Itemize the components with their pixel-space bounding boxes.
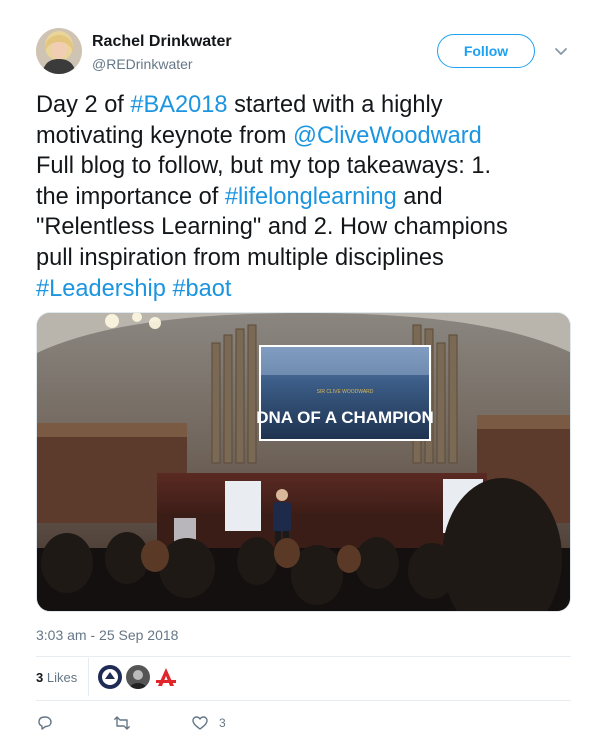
mention-link[interactable]: @CliveWoodward [293,123,482,149]
hashtag-link[interactable]: #Leadership [36,276,166,302]
user-handle[interactable]: @REDrinkwater [92,56,193,72]
tweet-actions: 3 [36,710,571,736]
tweet-line: Day 2 of #BA2018 started with a highly [36,92,443,118]
screen-subtitle: SIR CLIVE WOODWARD [317,389,374,395]
divider [36,700,571,701]
tweet-line: pull inspiration from multiple disciplin… [36,244,444,271]
reply-button[interactable] [36,710,64,736]
hashtag-link[interactable]: #BA2018 [130,92,227,118]
divider [36,656,571,657]
tweet-line: motivating keynote from @CliveWoodward [36,122,482,149]
follow-button[interactable]: Follow [437,34,535,68]
liker-avatar[interactable] [154,665,178,689]
tweet-line: "Relentless Learning" and 2. How champio… [36,214,508,241]
screen-title: DNA OF A CHAMPION [256,408,434,427]
retweet-button[interactable] [113,710,141,736]
tweet-line: #Leadership #baot [36,274,576,305]
avatar[interactable] [36,28,82,74]
reply-icon [38,716,52,730]
liker-avatar[interactable] [98,665,122,689]
divider [88,658,89,696]
retweet-icon [114,716,130,730]
tweet-line: Full blog to follow, but my top takeaway… [36,153,492,180]
hashtag-link[interactable]: #lifelonglearning [225,184,397,210]
chevron-down-icon[interactable] [552,42,570,60]
tweet-text: Day 2 of #BA2018 started with a highly m… [36,90,576,304]
like-button[interactable]: 3 [191,710,226,736]
tweet-line: the importance of #lifelonglearning and [36,183,443,210]
tweet-photo[interactable]: SIR CLIVE WOODWARD DNA OF A CHAMPION [36,312,571,612]
liker-avatar[interactable] [126,665,150,689]
tweet-timestamp[interactable]: 3:03 am - 25 Sep 2018 [36,627,178,643]
likes-count[interactable]: 3 Likes [36,670,77,685]
likes-row: 3 Likes [36,658,571,698]
tweet-header: Rachel Drinkwater @REDrinkwater Follow [36,28,576,78]
heart-icon [192,716,208,730]
like-count: 3 [219,716,226,730]
user-name[interactable]: Rachel Drinkwater [92,33,232,51]
hashtag-link[interactable]: #baot [172,276,231,302]
